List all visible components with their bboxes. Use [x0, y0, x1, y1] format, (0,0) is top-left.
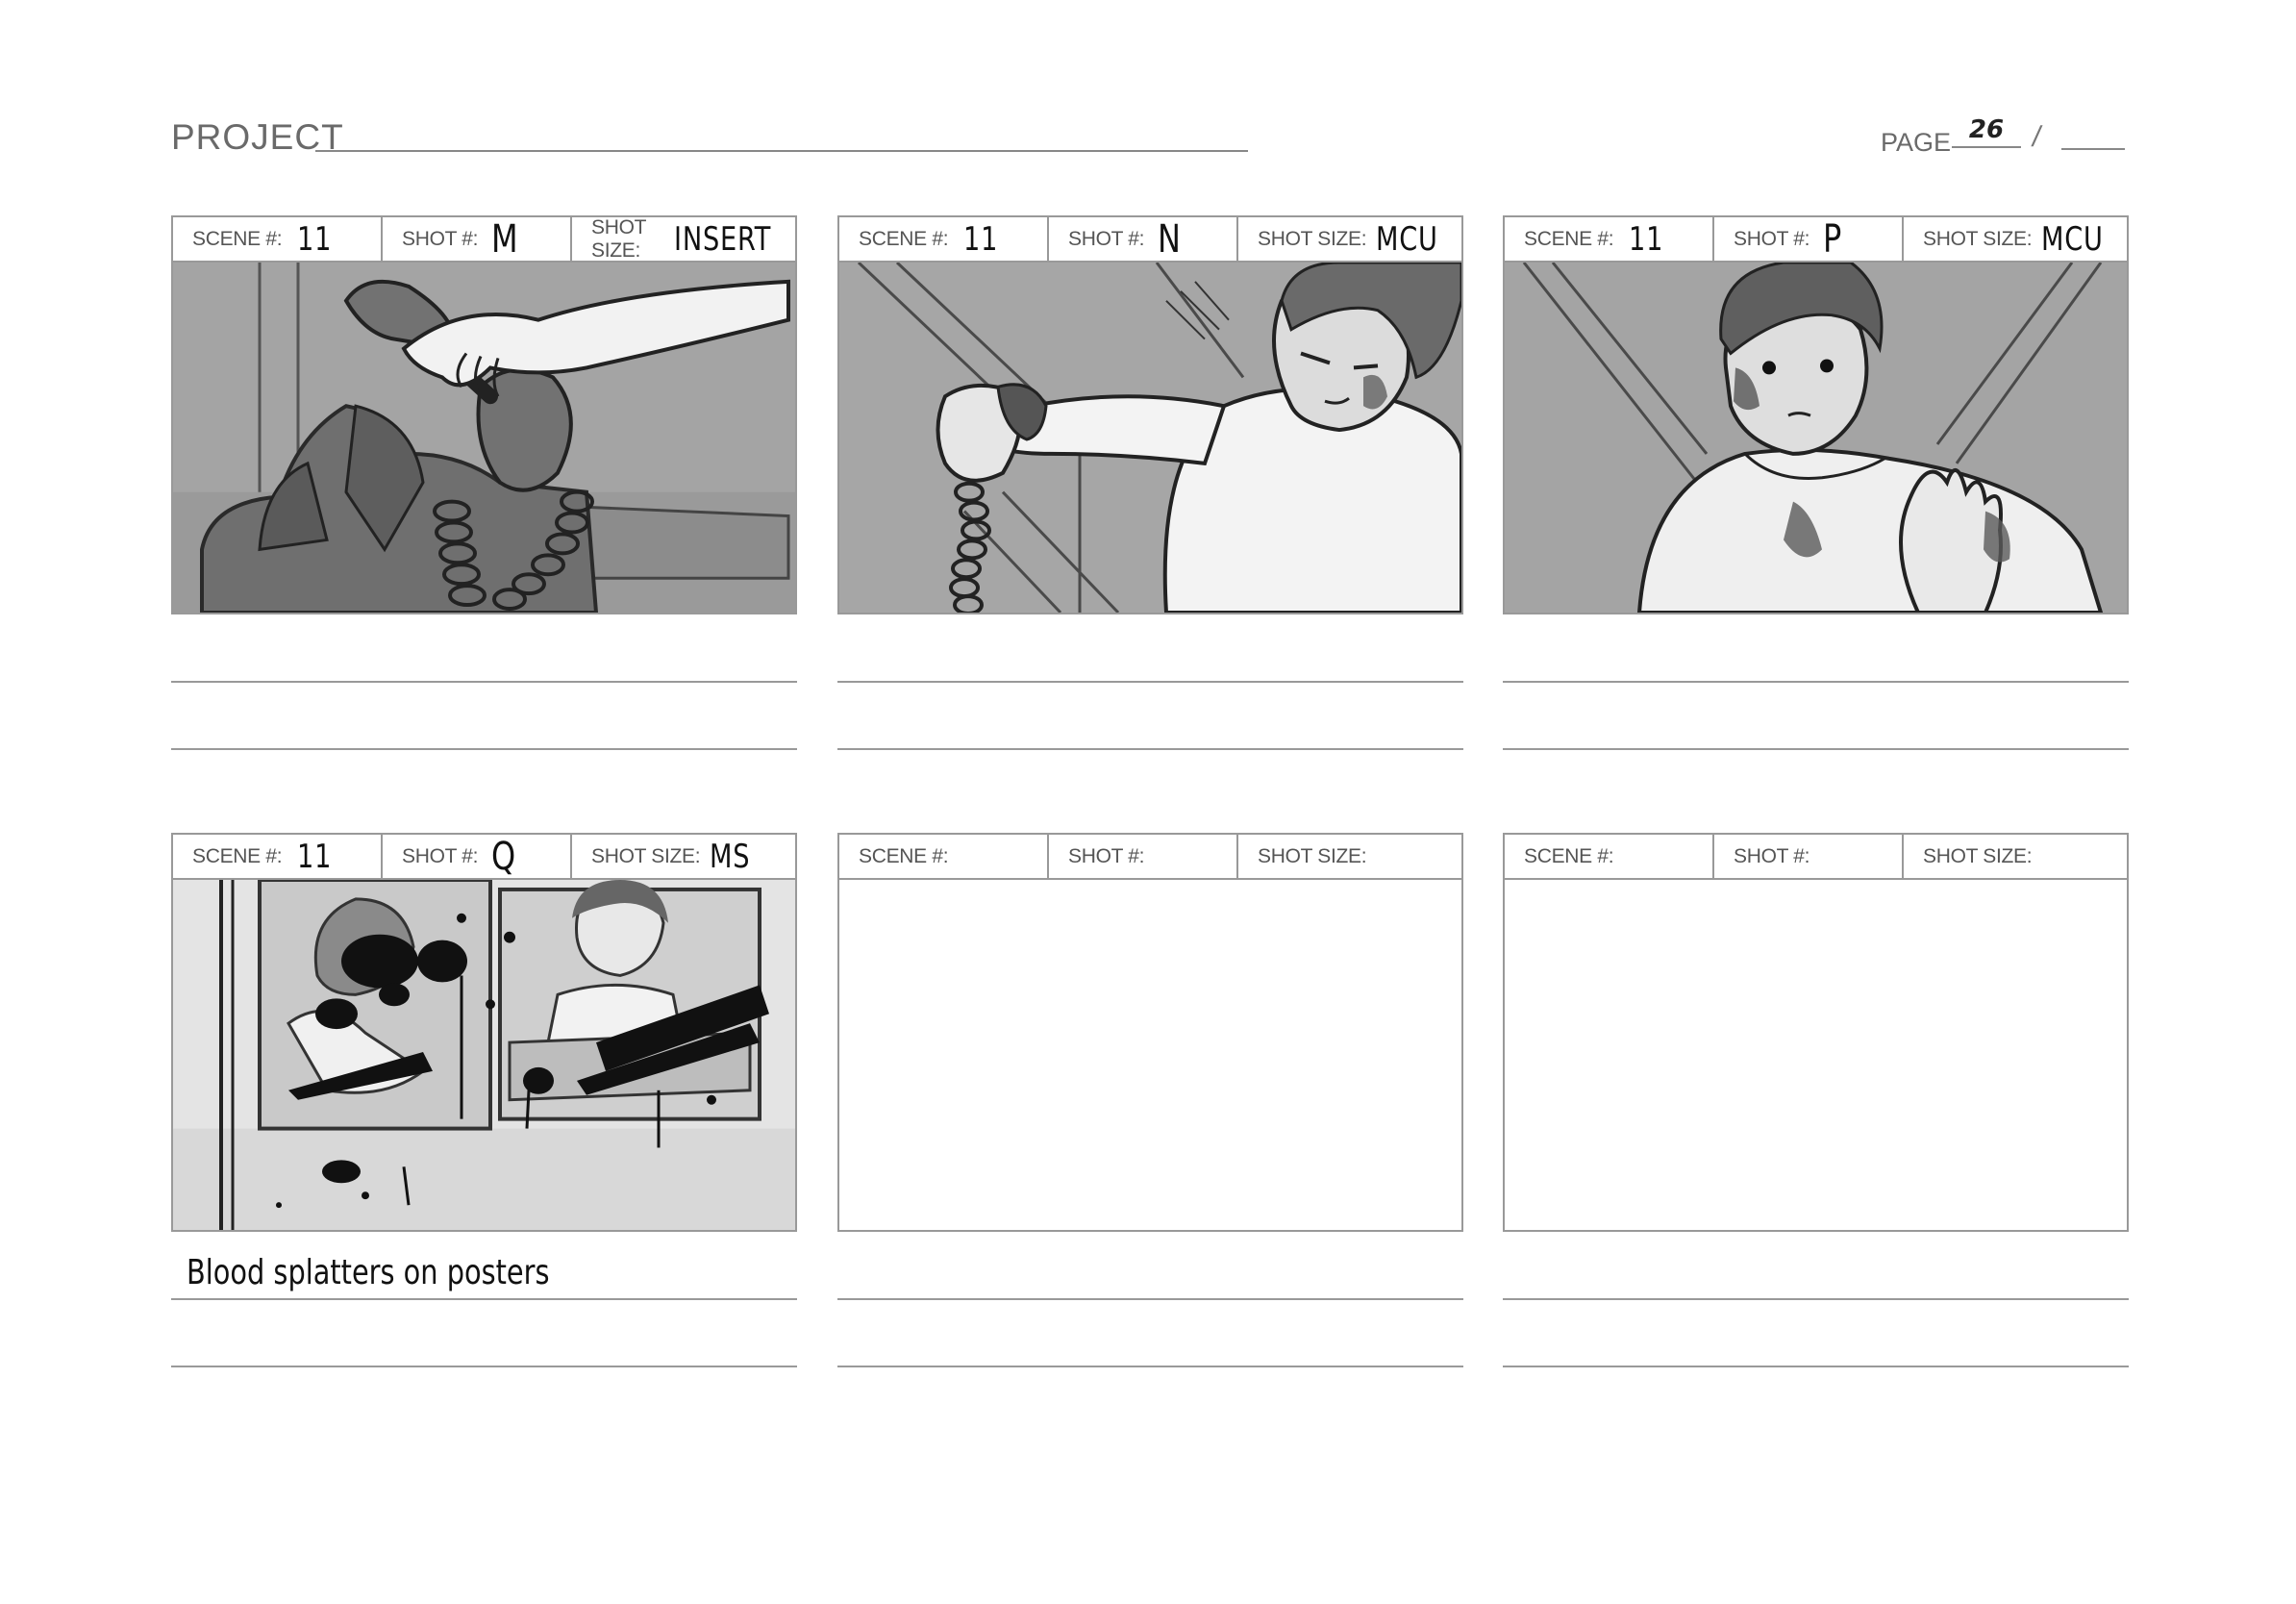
storyboard-panel-3: SCENE #: 11 SHOT #: P SHOT SIZE: MCU: [1503, 215, 2129, 750]
sketch-frame: [171, 261, 797, 614]
scene-cell: SCENE #: 11: [173, 835, 381, 878]
shot-size-label: SHOT SIZE:: [1923, 844, 2033, 867]
scene-label: SCENE #:: [859, 227, 949, 250]
scene-cell: SCENE #: 11: [839, 217, 1047, 261]
hand-holding-telephone-receiver-sketch: [173, 263, 795, 613]
scene-label: SCENE #:: [192, 844, 283, 867]
shot-size-cell: SHOT SIZE: INSERT: [570, 215, 795, 262]
scene-label: SCENE #:: [859, 844, 949, 867]
panel-header: SCENE #: 11 SHOT #: P SHOT SIZE: MCU: [1503, 215, 2129, 261]
panel-header: SCENE #: 11 SHOT #: N SHOT SIZE: MCU: [837, 215, 1463, 261]
page-total-line: [2061, 148, 2125, 150]
panel-header: SCENE #: SHOT #: SHOT SIZE:: [837, 833, 1463, 878]
bruised-boy-with-raised-hand-sketch: [1505, 263, 2127, 613]
boy-slamming-receiver-down-sketch: [839, 263, 1461, 613]
storyboard-panel-1: SCENE #: 11 SHOT #: M SHOT SIZE: INSERT: [171, 215, 797, 750]
note-line: [171, 1298, 797, 1300]
panel-header: SCENE #: SHOT #: SHOT SIZE:: [1503, 833, 2129, 878]
shot-label: SHOT #:: [1068, 844, 1145, 867]
shot-value: Q: [491, 834, 517, 879]
note-line: [171, 1366, 797, 1367]
scene-label: SCENE #:: [1524, 227, 1614, 250]
page-number: 26: [1952, 115, 2021, 148]
shot-size-value: MCU: [2041, 219, 2105, 259]
scene-value: 11: [963, 219, 999, 259]
note-line: [171, 748, 797, 750]
shot-cell: SHOT #: P: [1712, 217, 1902, 261]
scene-value: 11: [297, 219, 333, 259]
note-line: [837, 1366, 1463, 1367]
sketch-frame: [171, 878, 797, 1232]
shot-label: SHOT #:: [402, 844, 479, 867]
note-line: [1503, 1298, 2129, 1300]
shot-value: P: [1823, 216, 1843, 262]
note-line: [171, 681, 797, 683]
shot-cell: SHOT #:: [1712, 835, 1902, 878]
note-line: [837, 681, 1463, 683]
scene-cell: SCENE #:: [1505, 835, 1712, 878]
shot-size-value: MCU: [1376, 219, 1439, 259]
panel-header: SCENE #: 11 SHOT #: Q SHOT SIZE: MS: [171, 833, 797, 878]
shot-size-label: SHOT SIZE:: [591, 215, 646, 262]
shot-label: SHOT #:: [1734, 227, 1810, 250]
note-line: [1503, 748, 2129, 750]
storyboard-panel-6: SCENE #: SHOT #: SHOT SIZE:: [1503, 833, 2129, 1367]
note-line: [1503, 1366, 2129, 1367]
project-name-line: [315, 150, 1248, 152]
shot-cell: SHOT #: Q: [381, 835, 570, 878]
sketch-frame: [837, 261, 1463, 614]
shot-size-label: SHOT SIZE:: [1923, 227, 2033, 250]
note-line: [837, 1298, 1463, 1300]
note-line: [1503, 681, 2129, 683]
scene-value: 11: [1629, 219, 1664, 259]
shot-value: M: [491, 216, 519, 262]
shot-size-value: MS: [710, 837, 751, 876]
shot-size-cell: SHOT SIZE:: [1902, 835, 2127, 878]
page-separator: /: [2030, 121, 2044, 153]
shot-value: N: [1158, 216, 1182, 262]
panel-caption: Blood splatters on posters: [187, 1253, 550, 1292]
shot-cell: SHOT #: M: [381, 217, 570, 261]
shot-cell: SHOT #: N: [1047, 217, 1236, 261]
scene-cell: SCENE #: 11: [173, 217, 381, 261]
blood-splattered-posters-sketch: [173, 880, 795, 1230]
note-line: [837, 748, 1463, 750]
shot-label: SHOT #:: [1734, 844, 1810, 867]
scene-label: SCENE #:: [1524, 844, 1614, 867]
shot-size-cell: SHOT SIZE: MS: [570, 835, 795, 878]
sketch-frame: [1503, 261, 2129, 614]
shot-label: SHOT #:: [1068, 227, 1145, 250]
panel-header: SCENE #: 11 SHOT #: M SHOT SIZE: INSERT: [171, 215, 797, 262]
shot-size-value: INSERT: [673, 219, 771, 259]
shot-size-cell: SHOT SIZE:: [1236, 835, 1461, 878]
shot-size-label: SHOT SIZE:: [1258, 844, 1367, 867]
scene-cell: SCENE #:: [839, 835, 1047, 878]
empty-sketch-frame: [1503, 878, 2129, 1232]
scene-value: 11: [297, 837, 333, 876]
shot-size-cell: SHOT SIZE: MCU: [1902, 217, 2127, 261]
scene-label: SCENE #:: [192, 227, 283, 250]
shot-size-label: SHOT SIZE:: [591, 844, 701, 867]
storyboard-panel-4: SCENE #: 11 SHOT #: Q SHOT SIZE: MS Bloo…: [171, 833, 797, 1367]
shot-size-cell: SHOT SIZE: MCU: [1236, 217, 1461, 261]
empty-sketch-frame: [837, 878, 1463, 1232]
shot-cell: SHOT #:: [1047, 835, 1236, 878]
page-label: PAGE: [1881, 128, 1952, 157]
scene-cell: SCENE #: 11: [1505, 217, 1712, 261]
shot-label: SHOT #:: [402, 227, 479, 250]
storyboard-panel-2: SCENE #: 11 SHOT #: N SHOT SIZE: MCU: [837, 215, 1463, 750]
shot-size-label: SHOT SIZE:: [1258, 227, 1367, 250]
storyboard-panel-5: SCENE #: SHOT #: SHOT SIZE:: [837, 833, 1463, 1367]
